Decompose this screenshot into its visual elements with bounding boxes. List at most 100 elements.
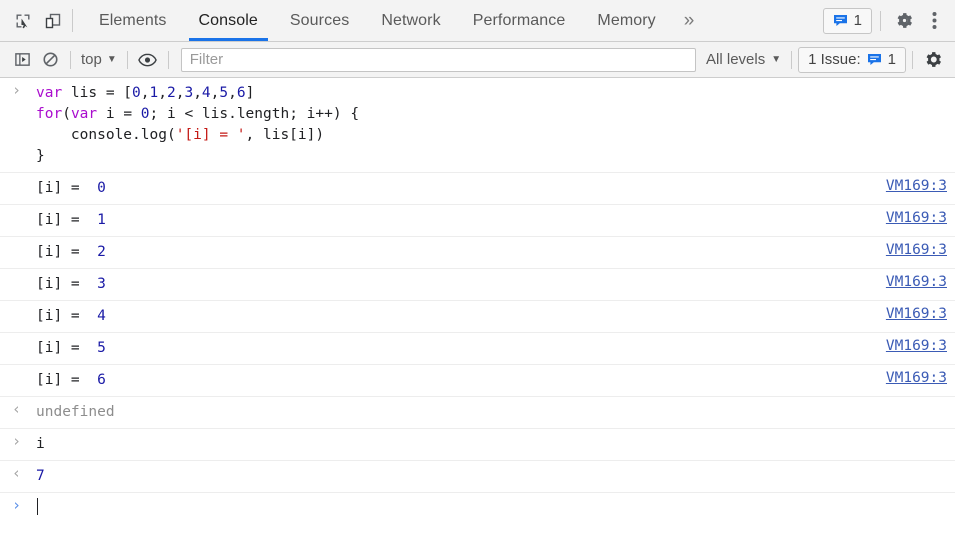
execution-context-label: top (81, 51, 102, 68)
tab-sources-label: Sources (289, 11, 350, 29)
log-message-prefix: [i] = (36, 308, 98, 324)
log-levels-selector[interactable]: All levels ▼ (702, 49, 785, 70)
log-message-prefix: [i] = (36, 276, 98, 292)
console-log-row[interactable]: [i] = 1 VM169:3 (0, 205, 955, 237)
code-token-plain: ] (245, 85, 255, 101)
toolbar-divider-2 (126, 50, 128, 69)
log-source-link[interactable]: VM169:3 (886, 301, 947, 322)
console-log-message: [i] = 0 (36, 173, 886, 204)
tabbar-right-divider (880, 10, 881, 31)
tab-memory[interactable]: Memory (581, 0, 671, 41)
log-message-value: 1 (97, 212, 106, 228)
log-row-gutter (12, 269, 36, 274)
active-prompt-arrow-icon: › (12, 496, 22, 514)
more-tabs-icon[interactable]: » (672, 0, 707, 41)
console-log-row[interactable]: [i] = 6 VM169:3 (0, 365, 955, 397)
device-toolbar-icon[interactable] (38, 6, 68, 36)
devtools-tabbar: Elements Console Sources Network Perform… (0, 0, 955, 42)
tab-elements-label: Elements (99, 11, 167, 29)
devtools-window: Elements Console Sources Network Perform… (0, 0, 955, 550)
console-log-row[interactable]: [i] = 2 VM169:3 (0, 237, 955, 269)
log-levels-label: All levels (706, 51, 766, 68)
console-input-code-i: i (36, 436, 45, 452)
clear-console-icon[interactable] (36, 47, 64, 73)
code-token-num: 6 (236, 85, 246, 101)
console-log-row[interactable]: [i] = 3 VM169:3 (0, 269, 955, 301)
console-log-row[interactable]: [i] = 4 VM169:3 (0, 301, 955, 333)
log-source-link[interactable]: VM169:3 (886, 205, 947, 226)
settings-gear-icon[interactable] (889, 6, 919, 36)
console-log-rows: [i] = 0 VM169:3 [i] = 1 VM169:3 [i] = 2 VM169… (0, 173, 955, 397)
code-token-plain: console.log( (36, 127, 176, 143)
tabbar-right-actions: 1 (822, 0, 955, 41)
console-filter-input[interactable] (180, 47, 697, 72)
text-cursor (37, 498, 38, 515)
log-row-gutter (12, 173, 36, 178)
log-message-prefix: [i] = (36, 340, 98, 356)
console-log-message: [i] = 3 (36, 269, 886, 300)
tab-performance-label: Performance (472, 11, 566, 29)
devtools-menu-icon[interactable] (919, 6, 949, 36)
toolbar-divider-1 (70, 50, 71, 69)
code-token-plain: lis = [ (62, 85, 133, 101)
console-log-message: [i] = 1 (36, 205, 886, 236)
tab-performance[interactable]: Performance (457, 0, 582, 41)
chevron-down-icon: ▼ (106, 53, 117, 65)
log-source-link[interactable]: VM169:3 (886, 269, 947, 290)
live-expression-eye-icon[interactable] (134, 47, 162, 73)
log-source-link[interactable]: VM169:3 (886, 173, 947, 194)
message-bubble-icon (833, 14, 848, 27)
code-token-plain: ( (62, 106, 71, 122)
tab-console[interactable]: Console (183, 0, 274, 41)
log-message-prefix: [i] = (36, 372, 98, 388)
console-log-message: [i] = 4 (36, 301, 886, 332)
tab-sources[interactable]: Sources (274, 0, 365, 41)
console-log-row[interactable]: [i] = 0 VM169:3 (0, 173, 955, 205)
log-source-link[interactable]: VM169:3 (886, 237, 947, 258)
toolbar-divider-4 (791, 50, 793, 69)
code-token-plain: i = (97, 106, 141, 122)
code-token-plain: , lis[i]) (245, 127, 325, 143)
log-row-gutter (12, 301, 36, 306)
code-token-kw: var (36, 85, 63, 101)
console-settings-gear-icon[interactable] (919, 47, 947, 73)
tab-network[interactable]: Network (365, 0, 456, 41)
tab-elements[interactable]: Elements (83, 0, 183, 41)
code-token-plain: , (193, 85, 202, 101)
panel-tabs: Elements Console Sources Network Perform… (83, 0, 823, 41)
console-log-message: [i] = 6 (36, 365, 886, 396)
log-source-link[interactable]: VM169:3 (886, 333, 947, 354)
code-token-kw: var (70, 106, 98, 122)
code-token-num: 4 (201, 85, 211, 101)
more-tabs-label: » (683, 9, 695, 31)
log-message-value: 3 (97, 276, 106, 292)
log-message-value: 6 (97, 372, 106, 388)
toolbar-divider-5 (912, 50, 913, 69)
code-token-num: 3 (184, 85, 194, 101)
code-token-num: 0 (140, 106, 150, 122)
console-sidebar-icon[interactable] (8, 47, 36, 73)
code-token-str: '[i] = ' (175, 127, 246, 143)
console-input-echo-i[interactable]: › i (0, 429, 955, 461)
console-input-echo[interactable]: › var lis = [0,1,2,3,4,5,6] for(var i = … (0, 78, 955, 173)
messages-badge[interactable]: 1 (822, 7, 872, 34)
console-log-message: [i] = 5 (36, 333, 886, 364)
console-message-list[interactable]: › var lis = [0,1,2,3,4,5,6] for(var i = … (0, 78, 955, 550)
issues-button[interactable]: 1 Issue: 1 (798, 46, 906, 73)
log-row-gutter (12, 237, 36, 242)
console-prompt-input[interactable] (36, 493, 947, 524)
prompt-arrow-icon: › (12, 81, 22, 99)
console-prompt-row[interactable]: › (0, 493, 955, 524)
console-log-row[interactable]: [i] = 5 VM169:3 (0, 333, 955, 365)
log-source-link[interactable]: VM169:3 (886, 365, 947, 386)
code-token-num: 0 (132, 85, 141, 101)
log-message-value: 5 (97, 340, 106, 356)
console-result-undefined[interactable]: ‹ undefined (0, 397, 955, 429)
code-token-num: 2 (166, 85, 176, 101)
prompt-arrow-icon: › (12, 432, 22, 450)
console-result-i[interactable]: ‹ 7 (0, 461, 955, 493)
log-message-value: 2 (97, 244, 106, 260)
inspect-element-icon[interactable] (8, 6, 38, 36)
log-message-value: 4 (97, 308, 106, 324)
execution-context-selector[interactable]: top ▼ (77, 49, 121, 70)
